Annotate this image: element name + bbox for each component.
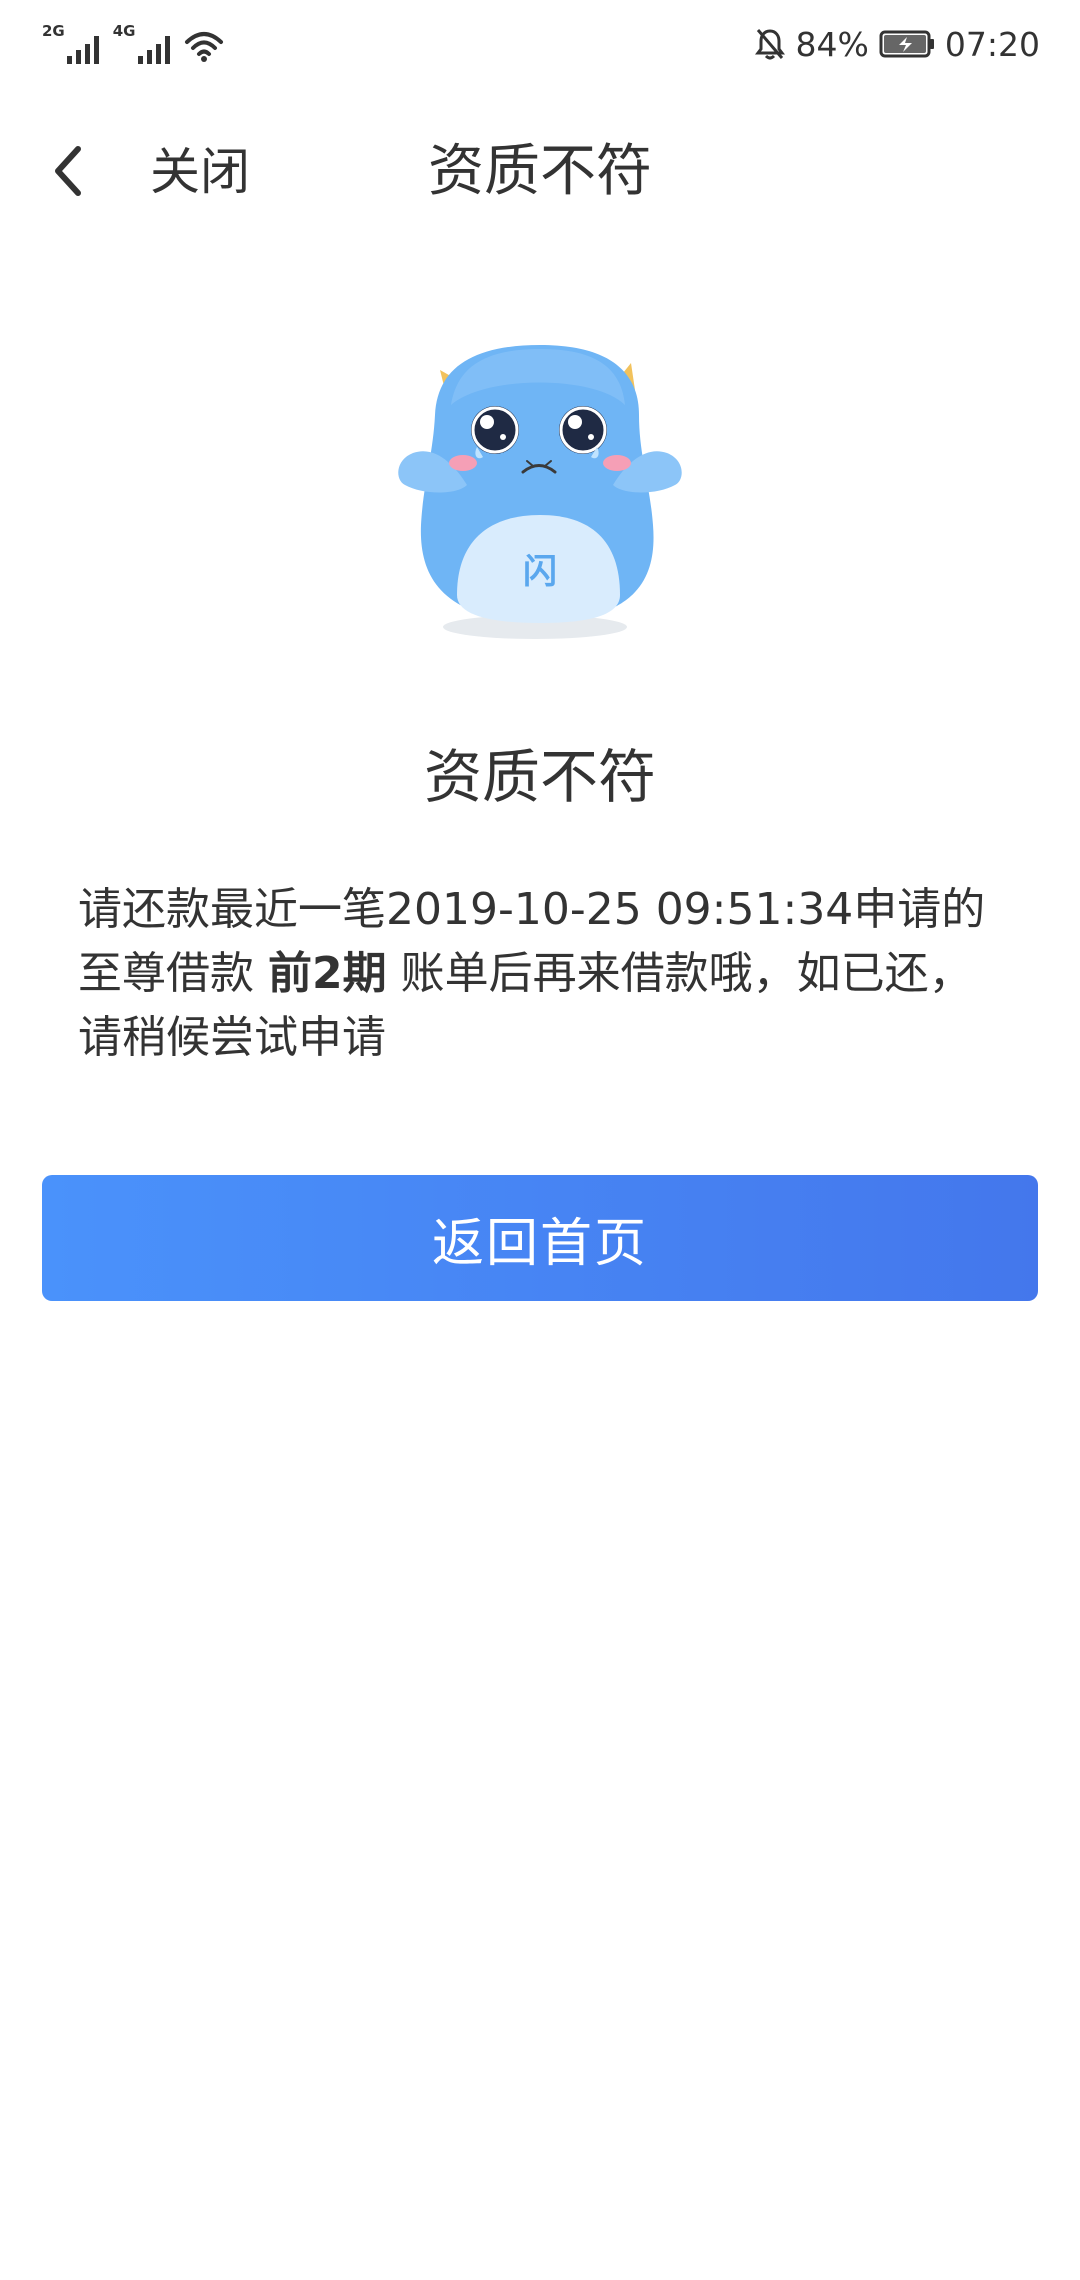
return-home-button[interactable]: 返回首页	[42, 1175, 1038, 1301]
signal-1: 2G	[42, 20, 99, 64]
back-button[interactable]	[38, 136, 98, 206]
page-title: 资质不符	[428, 139, 652, 204]
clock: 07:20	[944, 24, 1040, 64]
bell-off-icon	[754, 29, 785, 60]
result-title: 资质不符	[423, 743, 656, 811]
network-type-2: 4G	[112, 22, 136, 40]
signal-icon	[137, 34, 170, 64]
status-right: 84% 07:20	[754, 22, 1040, 66]
close-link[interactable]: 关闭	[150, 142, 250, 202]
nav-bar: 关闭 资质不符	[0, 120, 1080, 220]
chevron-left-icon	[55, 146, 81, 196]
status-bar: 2G 4G 84% 07:20	[0, 0, 1080, 90]
result-message: 请还款最近一笔2019-10-25 09:51:34申请的至尊借款 前2期 账单…	[78, 878, 998, 1070]
wifi-icon	[184, 32, 223, 62]
message-highlight: 前2期	[268, 948, 387, 999]
crying-mascot-illustration: 闪	[398, 345, 682, 639]
signal-2: 4G	[113, 20, 170, 64]
svg-text:闪: 闪	[523, 552, 557, 592]
battery-charging-icon	[879, 30, 934, 58]
battery-percent: 84%	[795, 24, 869, 64]
status-left: 2G 4G	[42, 20, 224, 64]
signal-icon	[66, 34, 99, 64]
network-type-1: 2G	[42, 22, 65, 40]
screen: 2G 4G 84% 07:20 关闭 资质不符 闪 资质不符 请还款最近一笔20…	[0, 0, 1080, 2280]
